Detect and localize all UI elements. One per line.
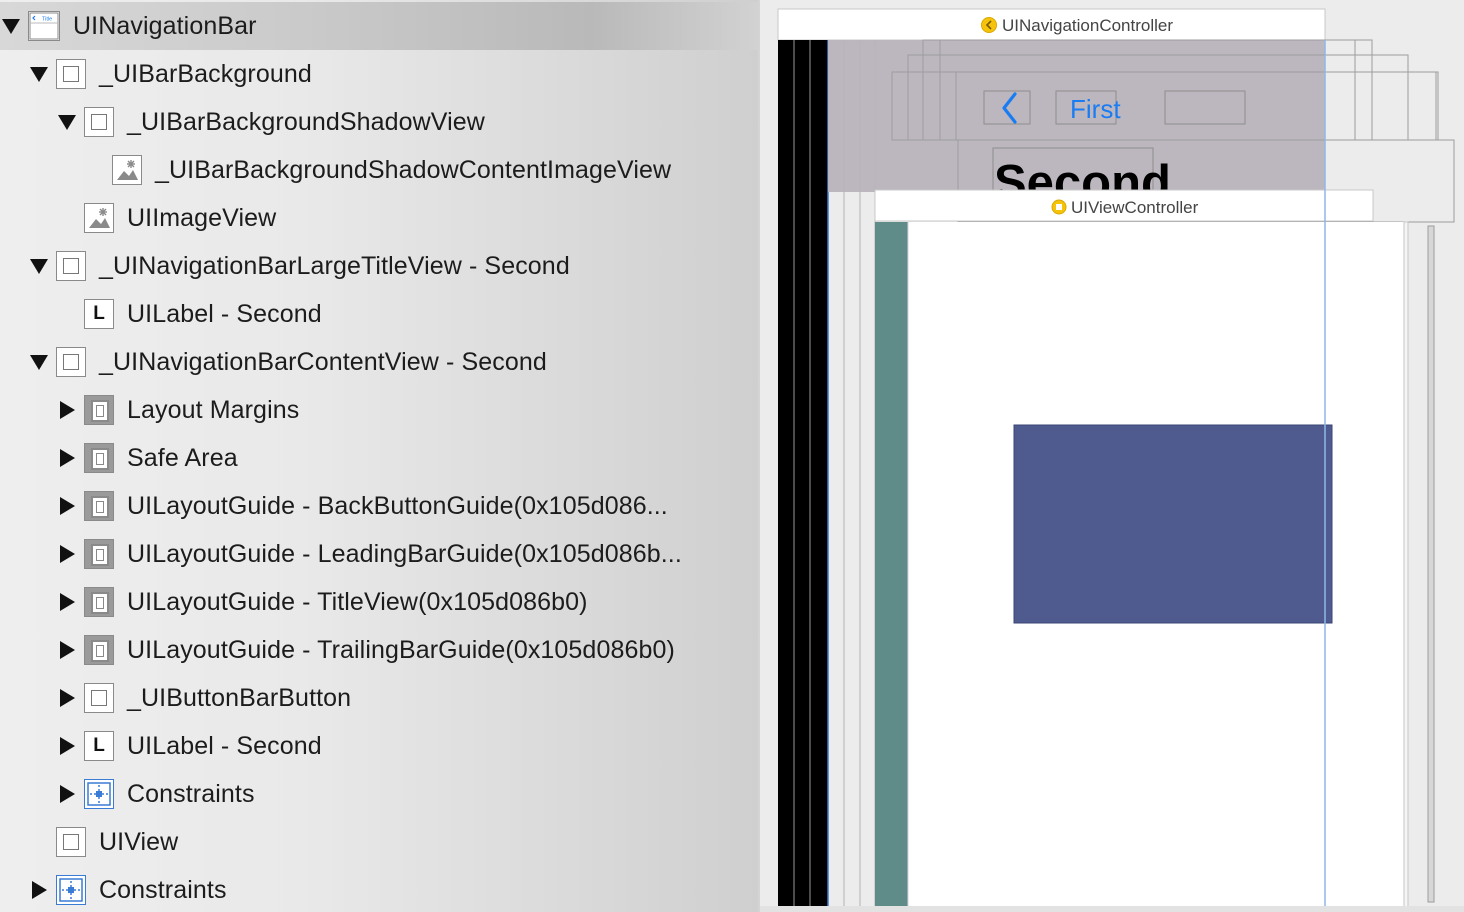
outline-row-label: UILayoutGuide - TitleView(0x105d086b0): [127, 587, 588, 616]
outline-row[interactable]: UILayoutGuide - TitleView(0x105d086b0): [0, 578, 758, 626]
disclosure-expanded-icon[interactable]: [28, 255, 50, 277]
view-icon: [84, 683, 114, 713]
outline-row-label: UINavigationBar: [73, 11, 257, 40]
layout-guide-icon: [84, 491, 114, 521]
disclosure-expanded-icon[interactable]: [56, 111, 78, 133]
disclosure-collapsed-icon[interactable]: [56, 591, 78, 613]
view-hierarchy-outline: Title UINavigationBar _UIBarBackground _UIB…: [0, 0, 758, 912]
outline-row-label: UILayoutGuide - LeadingBarGuide(0x105d08…: [127, 539, 682, 568]
outline-row-label: UILabel - Second: [127, 299, 322, 328]
outline-row[interactable]: Constraints: [0, 866, 758, 912]
label-icon: L: [84, 299, 114, 329]
outline-row[interactable]: _UIBarBackgroundShadowView: [0, 98, 758, 146]
outline-row[interactable]: UILayoutGuide - BackButtonGuide(0x105d08…: [0, 482, 758, 530]
teal-strip: [875, 222, 908, 912]
label-icon: L: [84, 731, 114, 761]
layout-guide-icon: [84, 443, 114, 473]
canvas-drawing: UINavigationController First Second UIVi…: [760, 0, 1464, 912]
view-controller-label: UIViewController: [1071, 198, 1199, 217]
view-icon: [56, 59, 86, 89]
navbar-icon: Title: [28, 11, 60, 41]
disclosure-collapsed-icon[interactable]: [56, 639, 78, 661]
view-icon: [56, 827, 86, 857]
view-debugger-canvas[interactable]: UINavigationController First Second UIVi…: [760, 0, 1464, 912]
disclosure-expanded-icon[interactable]: [28, 351, 50, 373]
outline-row[interactable]: L UILabel - Second: [0, 290, 758, 338]
disclosure-collapsed-icon[interactable]: [56, 447, 78, 469]
outline-row[interactable]: UILayoutGuide - LeadingBarGuide(0x105d08…: [0, 530, 758, 578]
outline-row-label: _UINavigationBarLargeTitleView - Second: [99, 251, 570, 280]
outline-row[interactable]: _UIButtonBarButton: [0, 674, 758, 722]
outline-row-label: Constraints: [127, 779, 255, 808]
outline-row-label: _UIBarBackgroundShadowContentImageView: [155, 155, 672, 184]
disclosure-collapsed-icon[interactable]: [56, 399, 78, 421]
outline-row-label: UIView: [99, 827, 179, 856]
outline-row-label: Safe Area: [127, 443, 238, 472]
view-icon: [56, 251, 86, 281]
outline-row[interactable]: UIView: [0, 818, 758, 866]
image-view-icon: [112, 155, 142, 185]
outline-row-label: UILayoutGuide - BackButtonGuide(0x105d08…: [127, 491, 668, 520]
layout-guide-icon: [84, 539, 114, 569]
outline-row[interactable]: Layout Margins: [0, 386, 758, 434]
view-icon: [56, 347, 86, 377]
disclosure-collapsed-icon[interactable]: [56, 687, 78, 709]
outline-row-label: _UINavigationBarContentView - Second: [99, 347, 547, 376]
outline-row[interactable]: Safe Area: [0, 434, 758, 482]
outline-row-label: _UIBarBackground: [99, 59, 312, 88]
disclosure-expanded-icon[interactable]: [0, 15, 22, 37]
disclosure-collapsed-icon[interactable]: [56, 543, 78, 565]
outline-row-label: _UIButtonBarButton: [127, 683, 352, 712]
layout-guide-icon: [84, 587, 114, 617]
outline-row[interactable]: _UIBarBackground: [0, 50, 758, 98]
outline-row-label: UILabel - Second: [127, 731, 322, 760]
outline-row-label: _UIBarBackgroundShadowView: [127, 107, 485, 136]
outline-row[interactable]: _UIBarBackgroundShadowContentImageView: [0, 146, 758, 194]
disclosure-collapsed-icon[interactable]: [56, 735, 78, 757]
outline-row[interactable]: UILayoutGuide - TrailingBarGuide(0x105d0…: [0, 626, 758, 674]
outline-row-label: Constraints: [99, 875, 227, 904]
disclosure-expanded-icon[interactable]: [28, 63, 50, 85]
view-icon: [84, 107, 114, 137]
outline-row[interactable]: _UINavigationBarContentView - Second: [0, 338, 758, 386]
nav-controller-label: UINavigationController: [1002, 16, 1173, 35]
image-view-icon: [84, 203, 114, 233]
content-block-view: [1013, 424, 1333, 624]
constraints-icon: [56, 875, 86, 905]
disclosure-collapsed-icon[interactable]: [56, 495, 78, 517]
navbar-icon-title: Title: [42, 17, 52, 23]
outline-row-label: UILayoutGuide - TrailingBarGuide(0x105d0…: [127, 635, 675, 664]
outline-row-label: UIImageView: [127, 203, 277, 232]
outline-row[interactable]: Title UINavigationBar: [0, 2, 758, 50]
outline-row[interactable]: _UINavigationBarLargeTitleView - Second: [0, 242, 758, 290]
layout-guide-icon: [84, 635, 114, 665]
layout-guide-icon: [84, 395, 114, 425]
outline-row[interactable]: L UILabel - Second: [0, 722, 758, 770]
outline-row[interactable]: Constraints: [0, 770, 758, 818]
disclosure-collapsed-icon[interactable]: [56, 783, 78, 805]
outline-row[interactable]: UIImageView: [0, 194, 758, 242]
outline-row-label: Layout Margins: [127, 395, 300, 424]
constraints-icon: [84, 779, 114, 809]
window-layer: [778, 40, 828, 912]
back-button-label: First: [1070, 94, 1121, 124]
controller-badge-icon: [981, 17, 997, 33]
disclosure-collapsed-icon[interactable]: [28, 879, 50, 901]
